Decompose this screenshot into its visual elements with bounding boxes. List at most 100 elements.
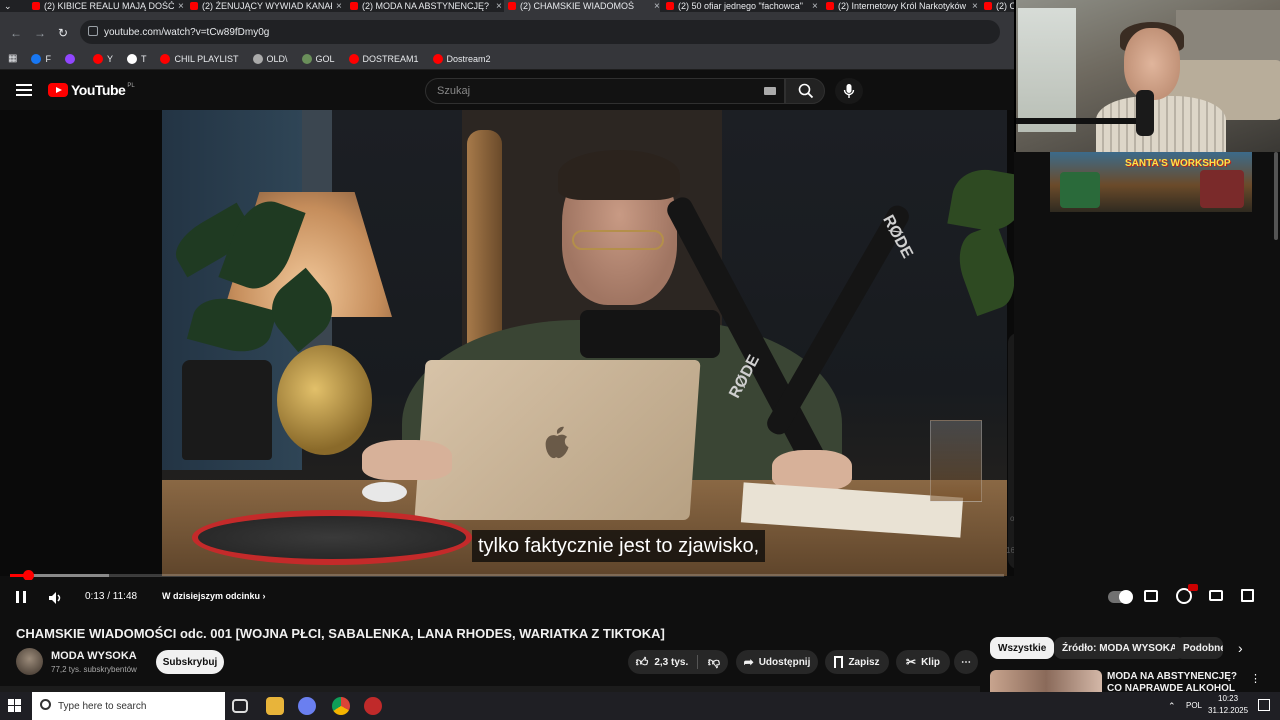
save-button[interactable]: Zapisz (825, 650, 889, 674)
bookmark-item[interactable]: GOL (301, 53, 335, 64)
bookmark-item[interactable]: CHIL PLAYLIST (160, 53, 239, 64)
bookmark-item[interactable]: DOSTREAM1 (348, 53, 419, 64)
tab-close-icon[interactable]: × (496, 1, 502, 12)
browser-tab[interactable]: (2) Internetowy Król Narkotyków × (822, 0, 978, 12)
back-icon[interactable]: ← (10, 26, 22, 40)
clock-time[interactable]: 10:23 (1218, 694, 1238, 703)
chevron-right-icon[interactable]: › (1238, 640, 1243, 656)
apple-logo-icon (545, 426, 569, 459)
chrome-icon[interactable] (332, 697, 350, 715)
omnibox[interactable]: youtube.com/watch?v=tCw89fDmy0g (80, 20, 1000, 44)
bookmark-label: DOSTREAM1 (362, 53, 419, 64)
forward-icon[interactable]: → (34, 26, 46, 40)
recommendation-title[interactable]: MODA NA ABSTYNENCJĘ? CO NAPRAWDĘ ALKOHOL… (1107, 671, 1247, 691)
chip-label: Podobne (1183, 642, 1223, 654)
browser-tab[interactable]: (2) O (980, 0, 1014, 12)
task-view-icon[interactable] (232, 699, 248, 713)
browser-tab[interactable]: (2) MODA NA ABSTYNENCJĘ? C × (346, 0, 502, 12)
reload-icon[interactable]: ↻ (58, 26, 68, 40)
video-title: CHAMSKIE WIADOMOŚCI odc. 001 [WOJNA PŁCI… (16, 626, 665, 641)
progress-bar[interactable] (10, 570, 1004, 581)
person-hair (558, 150, 680, 200)
app-icon[interactable] (364, 697, 382, 715)
window (1018, 8, 1076, 132)
settings-gear-icon[interactable] (1176, 584, 1198, 604)
discord-icon[interactable] (298, 697, 316, 715)
volume-icon[interactable] (48, 591, 62, 604)
youtube-logo[interactable]: YouTube PL (48, 82, 135, 98)
clip-button[interactable]: ✂ Klip (896, 650, 950, 674)
windows-taskbar: Type here to search ⌃ POL 10:23 31.12.20… (0, 692, 1280, 720)
taskbar-search-input[interactable]: Type here to search (32, 692, 225, 720)
more-actions-button[interactable]: ⋯ (954, 650, 978, 674)
tray-chevron-icon[interactable]: ⌃ (1168, 701, 1176, 712)
language-indicator[interactable]: POL (1186, 701, 1202, 710)
search-placeholder: Szukaj (437, 85, 471, 97)
share-icon: ➦ (743, 655, 754, 669)
search-icon (798, 83, 814, 99)
lamp-base (277, 345, 372, 455)
bookmark-label: Dostream2 (446, 53, 491, 64)
site-info-icon[interactable] (88, 26, 98, 36)
bookmark-item[interactable] (64, 53, 79, 64)
notifications-icon[interactable] (1258, 699, 1270, 711)
search-button[interactable] (785, 78, 825, 104)
bookmark-label: Y (106, 53, 113, 64)
subscribe-button[interactable]: Subskrybuj (156, 650, 224, 674)
youtube-wordmark: YouTube (71, 82, 126, 98)
voice-search-button[interactable] (835, 78, 863, 104)
autoplay-toggle[interactable] (1108, 590, 1133, 604)
recommendation-thumbnail[interactable] (990, 670, 1102, 692)
page-scrollbar[interactable] (1274, 152, 1278, 240)
channel-avatar[interactable] (16, 648, 43, 675)
file-explorer-icon[interactable] (266, 697, 284, 715)
pause-icon[interactable] (16, 591, 26, 603)
bookmark-item[interactable]: Y (92, 53, 113, 64)
microphone (580, 310, 720, 358)
chip-source[interactable]: Źródło: MODA WYSOKA (1054, 637, 1186, 659)
bookmark-item[interactable]: T (126, 53, 146, 64)
subtitle-caption: tylko faktycznie jest to zjawisko, (472, 530, 766, 562)
tab-search-chevron-icon[interactable]: ⌄ (4, 0, 18, 12)
plant-leaf (947, 164, 1014, 236)
browser-tab[interactable]: (2) 50 ofiar jednego "fachowca" × (662, 0, 818, 12)
keyboard-icon[interactable] (764, 87, 776, 95)
chip-similar[interactable]: Podobne (1175, 637, 1223, 659)
chapter-title[interactable]: W dzisiejszym odcinku › (162, 591, 266, 601)
chip-all[interactable]: Wszystkie (990, 637, 1055, 659)
dislike-button[interactable]: 👎︎ (700, 650, 728, 674)
windows-start-icon[interactable] (8, 699, 22, 713)
channel-name[interactable]: MODA WYSOKA (51, 650, 137, 662)
tab-close-icon[interactable]: × (336, 1, 342, 12)
person-head (1124, 28, 1180, 100)
clip-label: Klip (921, 656, 940, 668)
tab-close-icon[interactable]: × (654, 1, 660, 12)
tab-title: (2) 50 ofiar jednego "fachowca" (678, 1, 803, 11)
apps-grid-icon[interactable]: ▦ (8, 53, 17, 64)
taskbar-search-placeholder: Type here to search (58, 700, 147, 712)
youtube-favicon-icon (826, 2, 834, 10)
bookmark-item[interactable]: OLD\ (252, 53, 288, 64)
browser-tab[interactable]: (2) ŻENUJĄCY WYWIAD KANAŁ × (186, 0, 342, 12)
tab-title: (2) KIBICE REALU MAJĄ DOŚĆ (44, 1, 174, 11)
tab-close-icon[interactable]: × (972, 1, 978, 12)
menu-icon[interactable] (16, 84, 32, 96)
tab-close-icon[interactable]: × (178, 1, 184, 12)
clock-date[interactable]: 31.12.2025 (1208, 706, 1248, 715)
tennis-racket (192, 510, 472, 565)
recommendation-menu-icon[interactable]: ⋮ (1250, 672, 1261, 685)
bookmark-item[interactable]: Dostream2 (432, 53, 491, 64)
miniplayer-icon[interactable] (1209, 590, 1223, 601)
fullscreen-icon[interactable] (1241, 589, 1254, 602)
subtitles-icon[interactable] (1144, 590, 1158, 602)
chip-label: Źródło: MODA WYSOKA (1062, 642, 1178, 654)
share-button[interactable]: ➦ Udostępnij (736, 650, 818, 674)
thumbs-down-icon: 👎︎ (707, 654, 721, 669)
browser-tab[interactable]: (2) KIBICE REALU MAJĄ DOŚĆ × (28, 0, 184, 12)
like-button[interactable]: 👍︎ 2,3 tys. (628, 650, 696, 674)
video-player[interactable]: RØDE RØDE tylko faktycznie jest to zjawi… (0, 110, 1014, 576)
browser-tab[interactable]: (2) CHAMSKIE WIADOMOŚ × (504, 0, 660, 12)
search-input[interactable]: Szukaj (425, 78, 785, 104)
tab-close-icon[interactable]: × (812, 1, 818, 12)
bookmark-item[interactable]: F (31, 53, 51, 64)
